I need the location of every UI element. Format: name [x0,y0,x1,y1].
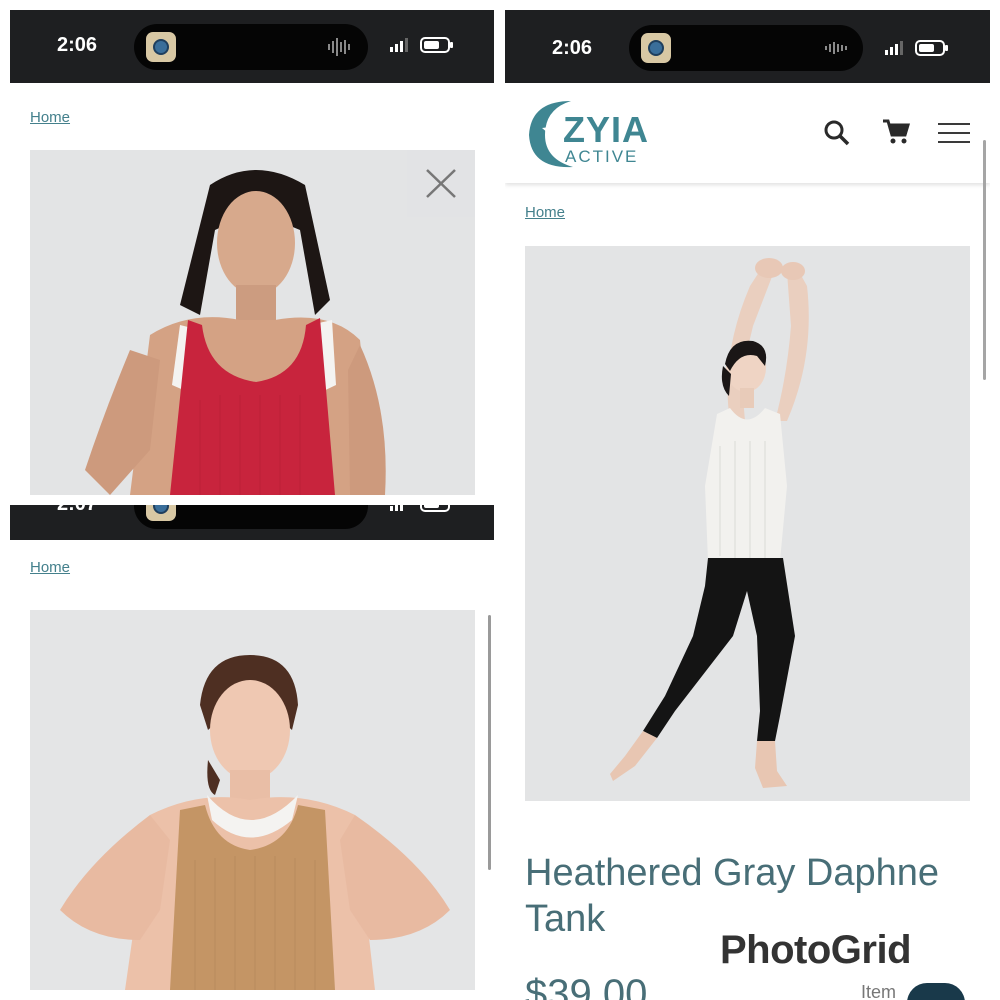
close-button[interactable] [407,150,475,217]
product-price: $39.00 [525,972,648,1000]
brand-name: ZYIA [563,109,650,150]
site-header: ZYIA ACTIVE [505,83,990,183]
screenshot-bottom-left: 2:07 Home [10,505,494,990]
cart-icon[interactable] [881,117,911,147]
battery-icon [915,40,948,56]
search-icon[interactable] [823,119,851,147]
model-tan-tank-image [30,610,475,990]
product-photo [30,150,475,495]
photogrid-watermark: PhotoGrid [720,928,912,972]
breadcrumb-home[interactable]: Home [30,109,70,126]
product-photo[interactable] [525,246,970,801]
model-gray-tank-image [525,246,970,801]
status-bar: 2:07 [10,505,494,540]
breadcrumb-home[interactable]: Home [525,204,565,221]
battery-icon [420,37,453,53]
status-bar: 2:06 [505,10,990,85]
dynamic-island [134,505,368,529]
screenshot-right: 2:06 ZYIA ACTIVE Home Heathered Gray Dap… [505,10,990,1000]
app-icon [146,505,176,521]
scrollbar[interactable] [983,140,986,380]
app-icon [146,32,176,62]
brand-subtitle: ACTIVE [565,147,639,166]
status-time: 2:06 [552,37,593,59]
cellular-signal-icon [885,41,903,55]
dynamic-island [629,25,863,71]
audio-waveform-icon [825,42,847,54]
product-photo [30,610,475,990]
cellular-signal-icon [390,505,403,511]
cellular-signal-icon [390,38,408,52]
status-bar: 2:06 [10,10,494,83]
status-time: 2:07 [57,505,137,516]
item-label: Item [861,982,897,1000]
screenshot-top-left: 2:06 Home [10,10,494,495]
status-time: 2:06 [57,34,98,56]
audio-waveform-icon [328,38,350,56]
hamburger-menu-icon[interactable] [938,121,970,145]
scrollbar[interactable] [488,615,491,870]
close-icon [426,169,456,198]
battery-icon [420,505,450,512]
chat-button[interactable] [907,983,965,1000]
breadcrumb-home[interactable]: Home [30,559,70,576]
app-icon [641,33,671,63]
brand-logo[interactable]: ZYIA ACTIVE [523,95,648,171]
dynamic-island [134,24,368,70]
